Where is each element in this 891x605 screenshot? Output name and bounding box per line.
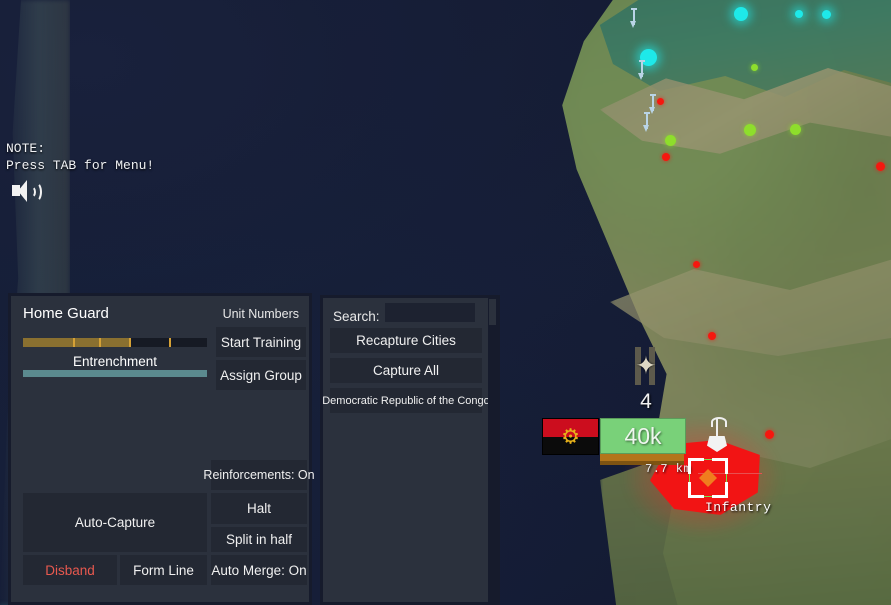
selected-unit-hud[interactable]: ✦ 4 ⚙ 40k 7.7 km Infantry bbox=[520, 340, 800, 525]
auto-merge-toggle-button[interactable]: Auto Merge: On bbox=[211, 555, 307, 585]
entrenchment-label: Entrenchment bbox=[72, 354, 158, 369]
search-scrollbar[interactable] bbox=[488, 298, 497, 602]
naval-unit-marker[interactable] bbox=[629, 8, 638, 30]
shovel-entrench-icon bbox=[705, 417, 731, 456]
split-in-half-button[interactable]: Split in half bbox=[211, 527, 307, 552]
green-map-marker[interactable] bbox=[750, 63, 758, 71]
page-title: Home Guard bbox=[23, 305, 109, 322]
organization-bar bbox=[600, 454, 684, 461]
search-result-button[interactable]: Capture All bbox=[330, 358, 482, 383]
experience-bar bbox=[23, 338, 207, 347]
reinforcements-toggle-button[interactable]: Reinforcements: On bbox=[203, 460, 315, 490]
search-panel: Search: Recapture Cities Capture All Democ… bbox=[320, 295, 500, 605]
search-panel-inner: Search: Recapture Cities Capture All Democ… bbox=[322, 298, 497, 602]
unit-control-panel: Home Guard Unit Numbers Entrenchment Sta… bbox=[8, 293, 315, 605]
naval-unit-marker[interactable] bbox=[637, 60, 646, 82]
search-result-button[interactable]: Democratic Republic of the Congo bbox=[322, 388, 490, 413]
green-map-marker[interactable] bbox=[744, 124, 756, 136]
unit-selection-box[interactable] bbox=[688, 458, 728, 498]
search-input[interactable] bbox=[385, 303, 475, 322]
cyan-map-marker[interactable] bbox=[795, 10, 803, 18]
red-map-marker[interactable] bbox=[656, 97, 664, 105]
form-line-button[interactable]: Form Line bbox=[120, 555, 207, 585]
green-map-marker[interactable] bbox=[664, 134, 676, 146]
disband-button[interactable]: Disband bbox=[23, 555, 117, 585]
red-map-marker[interactable] bbox=[875, 161, 885, 171]
unit-strength-value: 40k bbox=[624, 422, 662, 449]
cyan-map-marker[interactable] bbox=[734, 7, 748, 21]
auto-capture-button[interactable]: Auto-Capture bbox=[23, 493, 207, 552]
unit-type-label: Infantry bbox=[705, 500, 772, 515]
division-count: 4 bbox=[640, 390, 652, 413]
red-map-marker[interactable] bbox=[692, 260, 700, 268]
green-map-marker[interactable] bbox=[789, 123, 801, 135]
note-text: NOTE: Press TAB for Menu! bbox=[6, 141, 155, 173]
game-screen: ✦ 4 ⚙ 40k 7.7 km Infantry NOTE: Press TA… bbox=[0, 0, 891, 605]
cyan-map-marker[interactable] bbox=[821, 9, 831, 19]
angola-flag-icon: ⚙ bbox=[542, 418, 599, 455]
search-result-button[interactable]: Recapture Cities bbox=[330, 328, 482, 353]
speaker-on-icon[interactable] bbox=[12, 178, 42, 204]
distance-label: 7.7 km bbox=[645, 462, 692, 476]
flag-emblem-icon: ⚙ bbox=[561, 425, 580, 448]
search-label: Search: bbox=[333, 309, 380, 324]
naval-unit-marker[interactable] bbox=[642, 112, 651, 134]
unit-numbers-label: Unit Numbers bbox=[222, 307, 299, 321]
start-training-button[interactable]: Start Training bbox=[216, 327, 306, 357]
entrenchment-bar bbox=[23, 370, 207, 377]
star-rank-insignia-icon: ✦ bbox=[630, 347, 662, 385]
unit-strength-badge: 40k bbox=[600, 418, 686, 454]
red-map-marker[interactable] bbox=[708, 332, 716, 340]
halt-button[interactable]: Halt bbox=[211, 493, 307, 524]
search-scrollbar-thumb[interactable] bbox=[489, 299, 496, 325]
assign-group-button[interactable]: Assign Group bbox=[216, 360, 306, 390]
red-map-marker[interactable] bbox=[662, 153, 670, 161]
